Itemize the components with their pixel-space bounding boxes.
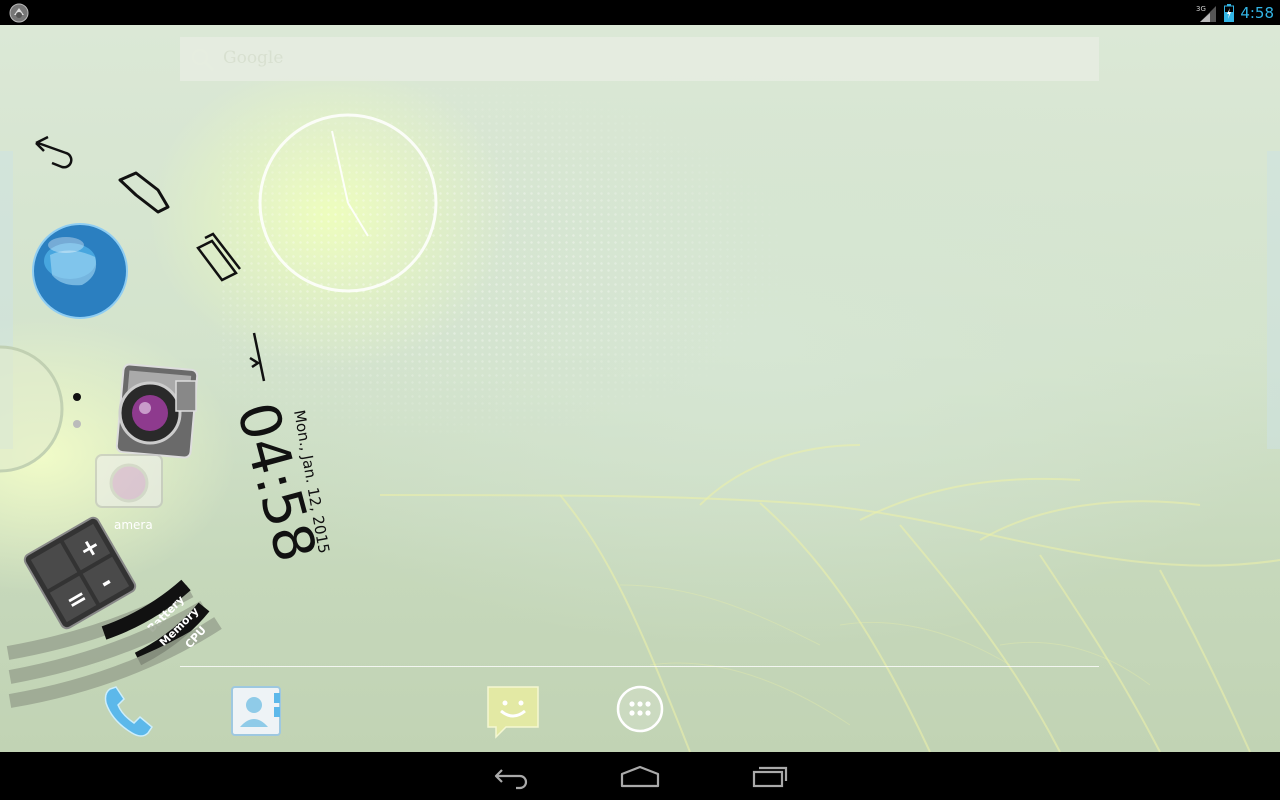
navigation-bar — [0, 752, 1280, 800]
status-time: 4:58 — [1240, 3, 1274, 22]
signal-3g-icon: 3G — [1196, 5, 1217, 22]
home-screen: Google amera + = - 04:58 Mon., Jan. 12, … — [0, 25, 1280, 752]
notification-app-icon[interactable] — [9, 3, 29, 23]
calculator-icon[interactable]: + = - — [23, 516, 138, 631]
dock-divider — [180, 666, 1099, 667]
camera-shortcut-label: amera — [114, 518, 153, 532]
camera-icon[interactable] — [115, 363, 199, 459]
page-indicator-inactive — [73, 420, 81, 428]
status-bar: 3G 4:58 — [0, 0, 1280, 25]
pie-home-icon[interactable] — [118, 171, 170, 214]
all-apps-icon[interactable] — [614, 683, 666, 735]
recent-apps-icon[interactable] — [748, 762, 792, 790]
svg-text:3G: 3G — [1196, 5, 1206, 13]
pie-launcher-widget: amera + = - 04:58 Mon., Jan. 12, 2015 Ba… — [0, 135, 333, 708]
status-right-area: 3G 4:58 — [1196, 0, 1274, 25]
pie-handle[interactable] — [0, 345, 64, 473]
back-icon[interactable] — [490, 762, 534, 790]
home-icon[interactable] — [618, 762, 662, 790]
page-indicator-active — [73, 393, 81, 401]
browser-globe-icon[interactable] — [32, 223, 128, 319]
phone-icon[interactable] — [100, 683, 158, 741]
battery-charging-icon — [1224, 3, 1235, 22]
pie-back-icon[interactable] — [35, 135, 73, 169]
contacts-icon[interactable] — [228, 683, 284, 739]
pie-menu-icon[interactable] — [249, 332, 266, 382]
camera-shortcut-icon[interactable] — [95, 454, 163, 508]
messaging-icon[interactable] — [484, 683, 542, 743]
pie-recent-icon[interactable] — [196, 232, 241, 282]
